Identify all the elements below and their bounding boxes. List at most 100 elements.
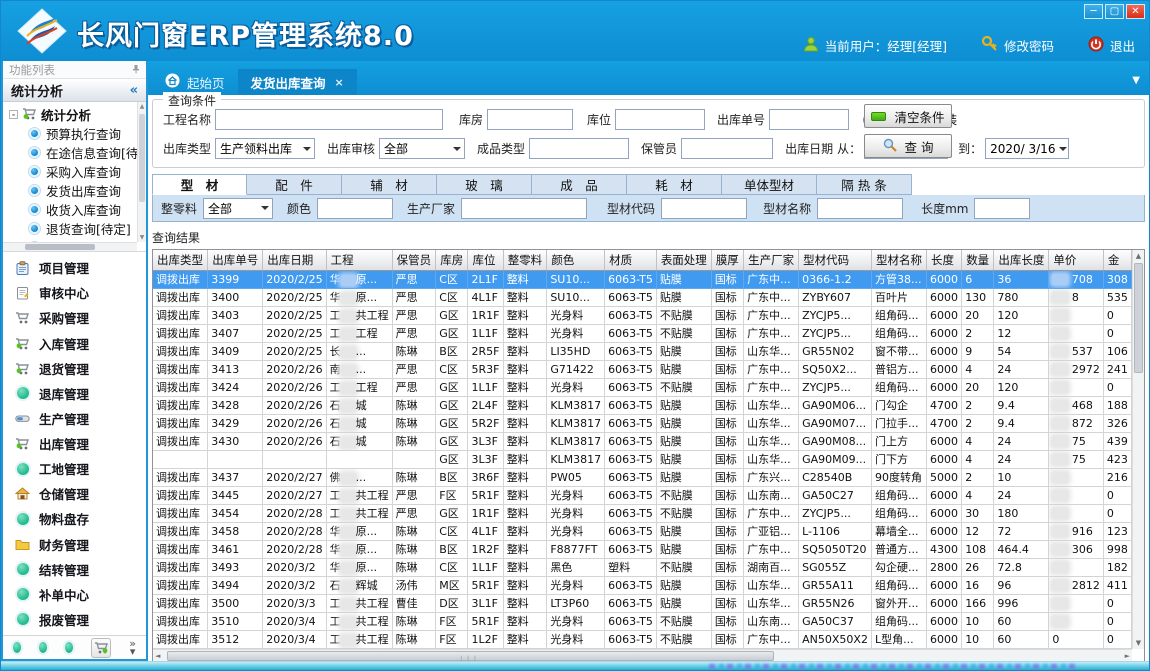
table-row[interactable]: 调拨出库34942020/3/2石辉城汤伟M区5R1F整料光身料6063-T5贴…	[153, 576, 1132, 594]
sidebar-item-6[interactable]: 生产管理	[15, 409, 146, 428]
sidebar-item-2[interactable]: 采购管理	[15, 308, 146, 327]
table-row[interactable]: 调拨出库35102020/3/4工共工程陈琳F区5R1F整料光身料6063-T5…	[153, 612, 1132, 630]
sidebar-item-11[interactable]: 财务管理	[15, 535, 146, 554]
quick-cart-button[interactable]	[91, 638, 111, 658]
sidebar-item-12[interactable]: 结转管理	[15, 560, 146, 579]
sidebar-item-9[interactable]: 仓储管理	[15, 484, 146, 503]
table-row[interactable]: 调拨出库34542020/2/28工共工程严思G区1R1F整料光身料6063-T…	[153, 504, 1132, 522]
table-row[interactable]: 调拨出库34372020/2/27佛...陈琳B区3R6F整料PW056063-…	[153, 468, 1132, 486]
tree-item-4[interactable]: 收货入库查询	[3, 200, 146, 219]
collapse-icon[interactable]: «	[130, 83, 138, 98]
length-input[interactable]	[974, 198, 1030, 219]
column-header-15[interactable]: 长度	[926, 250, 961, 270]
sidebar-item-3[interactable]: 入库管理	[15, 334, 146, 353]
tab-close-icon[interactable]: ×	[335, 76, 344, 89]
table-row[interactable]: 调拨出库33992020/2/25华原...严思C区2L1F整料SU10...6…	[153, 270, 1132, 288]
outbound-no-input[interactable]	[769, 109, 849, 130]
sidebar-item-14[interactable]: 报废管理	[15, 610, 146, 629]
tree-item-0[interactable]: 预算执行查询	[3, 124, 146, 143]
grid-vertical-scrollbar[interactable]: ▲▼	[1132, 250, 1144, 649]
column-header-7[interactable]: 整零料	[503, 250, 547, 270]
material-tab-7[interactable]: 隔 热 条	[817, 174, 912, 195]
maximize-button[interactable]: ▢	[1105, 4, 1124, 19]
table-row[interactable]: 调拨出库34092020/2/25长...陈琳B区2R5F整料LI35HD606…	[153, 342, 1132, 360]
tab-shipment-outbound-query[interactable]: 发货出库查询 ×	[238, 69, 357, 95]
column-header-3[interactable]: 工程	[326, 250, 392, 270]
column-header-4[interactable]: 保管员	[392, 250, 436, 270]
quick-icon-1[interactable]	[13, 642, 21, 653]
profile-name-input[interactable]	[817, 198, 903, 219]
sidebar-item-7[interactable]: 出库管理	[15, 434, 146, 453]
column-header-18[interactable]: 单价	[1049, 250, 1104, 270]
location-input[interactable]	[615, 109, 705, 130]
column-header-16[interactable]: 数量	[962, 250, 994, 270]
table-row[interactable]: 调拨出库34612020/2/28华原...陈琳B区1R2F整料F8877FT6…	[153, 540, 1132, 558]
table-row[interactable]: 调拨出库34582020/2/28华原...陈琳C区4L1F整料光身料6063-…	[153, 522, 1132, 540]
table-row[interactable]: 调拨出库34002020/2/25华原...严思C区4L1F整料SU10...6…	[153, 288, 1132, 306]
table-row[interactable]: 调拨出库34242020/2/26工工程严思G区1L1F整料光身料6063-T5…	[153, 378, 1132, 396]
project-name-input[interactable]	[215, 109, 443, 130]
tree-item-1[interactable]: 在途信息查询[待	[3, 143, 146, 162]
column-header-2[interactable]: 出库日期	[263, 250, 326, 270]
column-header-19[interactable]: 金	[1103, 250, 1131, 270]
material-tab-5[interactable]: 耗 材	[627, 174, 722, 195]
clear-conditions-button[interactable]: 清空条件	[864, 104, 952, 128]
outbound-type-select[interactable]: 生产领料出库	[215, 138, 315, 159]
column-header-8[interactable]: 颜色	[547, 250, 605, 270]
pin-icon[interactable]	[132, 63, 140, 77]
table-row[interactable]: 调拨出库34132020/2/26南...严思C区5R3F整料G71422606…	[153, 360, 1132, 378]
table-row[interactable]: 调拨出库34932020/3/2华原...陈琳C区1L1F整料黑色塑料不贴膜国标…	[153, 558, 1132, 576]
tree-item-5[interactable]: 退货查询[待定]	[3, 219, 146, 238]
product-type-input[interactable]	[529, 138, 629, 159]
sidebar-section-header[interactable]: 统计分析 «	[3, 79, 146, 102]
date-to-picker[interactable]: 2020/ 3/16	[985, 138, 1069, 159]
whole-part-select[interactable]: 全部	[203, 198, 273, 219]
material-tab-4[interactable]: 成 品	[532, 174, 627, 195]
column-header-9[interactable]: 材质	[605, 250, 657, 270]
sidebar-item-10[interactable]: 物料盘存	[15, 509, 146, 528]
column-header-13[interactable]: 型材代码	[799, 250, 872, 270]
maker-input[interactable]	[461, 198, 587, 219]
column-header-5[interactable]: 库房	[436, 250, 468, 270]
sidebar-item-13[interactable]: 补单中心	[15, 585, 146, 604]
material-tab-1[interactable]: 配 件	[247, 174, 342, 195]
sidebar-item-8[interactable]: 工地管理	[15, 459, 146, 478]
close-button[interactable]: ✕	[1126, 4, 1145, 19]
audit-select[interactable]: 全部	[379, 138, 465, 159]
table-row[interactable]: 调拨出库34072020/2/25工工程严思G区1L1F整料光身料6063-T5…	[153, 324, 1132, 342]
material-tab-3[interactable]: 玻 璃	[437, 174, 532, 195]
tree-horizontal-scrollbar[interactable]	[3, 242, 137, 251]
table-row[interactable]: 调拨出库35122020/3/4工共工程陈琳F区1L2F整料光身料6063-T5…	[153, 630, 1132, 648]
keeper-input[interactable]	[681, 138, 773, 159]
column-header-14[interactable]: 型材名称	[871, 250, 926, 270]
column-header-10[interactable]: 表面处理	[656, 250, 711, 270]
material-tab-0[interactable]: 型 材	[152, 174, 247, 195]
column-header-1[interactable]: 出库单号	[208, 250, 263, 270]
material-tab-6[interactable]: 单体型材	[722, 174, 817, 195]
table-row[interactable]: 调拨出库35002020/3/3工共工程曹佳D区3L1F整料LT3P606063…	[153, 594, 1132, 612]
search-button[interactable]: 查 询	[864, 134, 952, 158]
quick-icon-2[interactable]	[39, 642, 47, 653]
column-header-6[interactable]: 库位	[468, 250, 503, 270]
tree-root[interactable]: - 统计分析	[3, 105, 146, 124]
tab-overflow-arrow-icon[interactable]: ▼	[1132, 75, 1140, 86]
table-row[interactable]: 调拨出库34292020/2/26石城陈琳G区5R2F整料KLM38176063…	[153, 414, 1132, 432]
profile-code-input[interactable]	[661, 198, 747, 219]
table-row[interactable]: 调拨出库34032020/2/25工共工程严思G区1R1F整料光身料6063-T…	[153, 306, 1132, 324]
sidebar-item-0[interactable]: 项目管理	[15, 258, 146, 277]
sidebar-item-5[interactable]: 退库管理	[15, 384, 146, 403]
table-row[interactable]: G区3L3F整料KLM38176063-T5贴膜国标山东华...GA90M09.…	[153, 450, 1132, 468]
tree-item-2[interactable]: 采购入库查询	[3, 162, 146, 181]
sidebar-item-1[interactable]: 审核中心	[15, 283, 146, 302]
color-input[interactable]	[317, 198, 393, 219]
sidebar-item-4[interactable]: 退货管理	[15, 359, 146, 378]
sidebar-overflow-chevron[interactable]: »▾	[129, 640, 136, 656]
tree-expander-icon[interactable]: -	[9, 110, 18, 119]
column-header-11[interactable]: 膜厚	[711, 250, 743, 270]
tree-item-3[interactable]: 发货出库查询	[3, 181, 146, 200]
material-tab-2[interactable]: 辅 材	[342, 174, 437, 195]
logout[interactable]: 退出	[1088, 36, 1135, 55]
column-header-0[interactable]: 出库类型	[153, 250, 208, 270]
minimize-button[interactable]: ─	[1084, 4, 1103, 19]
column-header-17[interactable]: 出库长度	[994, 250, 1049, 270]
